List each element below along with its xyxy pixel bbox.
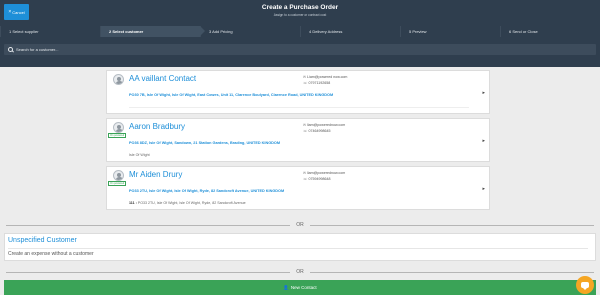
customer-name: AA vaillant Contact <box>129 74 197 83</box>
customer-phone: ☏07971192658 <box>303 81 331 85</box>
wizard-steps: 1 Select supplier 2 Select customer 3 Ad… <box>0 26 600 37</box>
customer-email: ✉liam@powerednow.com <box>303 123 346 127</box>
page-subtitle: Assign to a customer or contract cost <box>273 13 327 17</box>
customer-list[interactable]: AA vaillant Contact ✉Liam@powered now.co… <box>106 70 490 218</box>
customer-name: Aaron Bradbury <box>129 122 186 131</box>
chat-button[interactable] <box>576 276 594 294</box>
header-bar: × Cancel Create a Purchase Order Assign … <box>0 0 600 26</box>
customer-phone: ☏07464998645 <box>303 129 331 133</box>
email-icon: ✉ <box>303 75 307 79</box>
chat-icon <box>581 282 589 290</box>
step-arrow <box>200 26 205 36</box>
divider-line <box>310 272 594 273</box>
step-label: 2 Select customer <box>109 29 144 34</box>
status-badge: On powered <box>108 133 127 138</box>
or-divider: OR <box>0 268 600 276</box>
phone-icon: ☏ <box>303 81 308 85</box>
divider <box>8 248 588 249</box>
email-icon: ✉ <box>303 171 307 175</box>
new-contact-label: New Contact <box>290 285 317 290</box>
customer-address: PO30 7B, Isle Of Wight, Isle Of Wight, E… <box>129 93 334 97</box>
customer-email: ✉liam@powerednow.com <box>303 171 346 175</box>
search-icon <box>8 47 13 52</box>
step-send-or-close[interactable]: 6 Send or Close <box>500 26 600 37</box>
step-delivery-address[interactable]: 4 Delivery Address <box>300 26 400 37</box>
chevron-right-icon: ▸ <box>482 90 485 96</box>
phone-icon: ☏ <box>303 177 308 181</box>
avatar <box>113 74 124 85</box>
chevron-right-icon: ▸ <box>482 186 485 192</box>
step-select-customer[interactable]: 2 Select customer <box>100 26 205 37</box>
phone-icon: ☏ <box>303 129 308 133</box>
customer-extra-info: Isle Of Wight <box>129 153 150 157</box>
customer-address: PO36 8DZ, Isle Of Wight, Sandown, 21 Sta… <box>129 141 281 145</box>
customer-email: ✉Liam@powered now.com <box>303 75 348 79</box>
step-add-pricing[interactable]: 3 Add Pricing <box>200 26 300 37</box>
chevron-right-icon: ▸ <box>482 138 485 144</box>
customer-card[interactable]: On powered Aaron Bradbury ✉liam@poweredn… <box>106 118 490 162</box>
customer-name: Mr Aiden Drury <box>129 170 183 179</box>
step-select-supplier[interactable]: 1 Select supplier <box>0 26 100 37</box>
search-input[interactable] <box>16 47 316 52</box>
unspecified-customer-title: Unspecified Customer <box>8 237 77 244</box>
search-box[interactable] <box>4 44 596 55</box>
divider <box>129 107 469 108</box>
customer-card[interactable]: AA vaillant Contact ✉Liam@powered now.co… <box>106 70 490 114</box>
unspecified-customer-description: Create an expense without a customer <box>8 251 94 257</box>
customer-address: PO33 2TU, Isle Of Wight, Isle Of Wight, … <box>129 189 285 193</box>
new-contact-button[interactable]: 👤 New Contact <box>4 280 596 295</box>
divider-line <box>310 225 594 226</box>
page-title: Create a Purchase Order <box>261 4 339 11</box>
add-person-icon: 👤 <box>283 284 289 290</box>
avatar <box>113 122 124 133</box>
search-bar <box>0 37 600 67</box>
step-preview[interactable]: 5 Preview <box>400 26 500 37</box>
avatar <box>113 170 124 181</box>
customer-phone: ☏07594998648 <box>303 177 331 181</box>
status-badge: On powered <box>108 181 127 186</box>
customer-extra-info: 111 : PO33 2TU, Isle Of Wight, Isle Of W… <box>129 201 246 205</box>
or-divider: OR <box>0 221 600 229</box>
customer-card[interactable]: On powered Mr Aiden Drury ✉liam@poweredn… <box>106 166 490 210</box>
email-icon: ✉ <box>303 123 307 127</box>
unspecified-customer-card[interactable]: Unspecified Customer Create an expense w… <box>4 233 596 261</box>
